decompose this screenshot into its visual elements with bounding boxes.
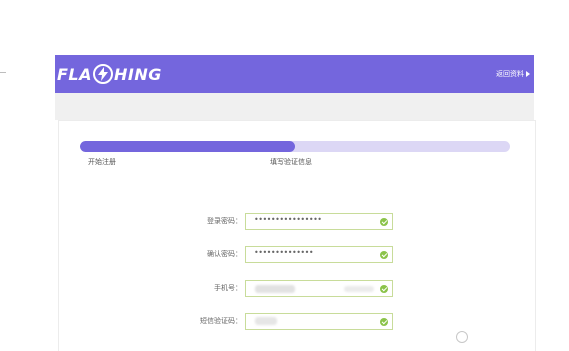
sms-code-value-redacted bbox=[255, 317, 277, 325]
confirm-password-field[interactable]: •••••••••••••• bbox=[245, 246, 393, 263]
arrow-right-icon bbox=[526, 71, 530, 77]
registration-progress-bar bbox=[80, 141, 510, 152]
form-row-password: 登录密码： •••••••••••••••• bbox=[150, 213, 410, 231]
form-row-confirm-password: 确认密码： •••••••••••••• bbox=[150, 246, 410, 264]
phone-hint-redacted bbox=[344, 286, 374, 292]
back-link-label: 返回资料 bbox=[496, 70, 524, 78]
logo-text-left: FLA bbox=[57, 64, 93, 84]
page-edge-mark bbox=[0, 72, 6, 73]
confirm-password-value: •••••••••••••• bbox=[254, 248, 314, 257]
phone-field[interactable] bbox=[245, 280, 393, 297]
sms-code-field[interactable] bbox=[245, 313, 393, 330]
form-row-sms-code: 短信验证码： bbox=[150, 313, 410, 331]
confirm-password-label: 确认密码： bbox=[207, 250, 242, 258]
check-circle-icon bbox=[380, 251, 388, 259]
password-value: •••••••••••••••• bbox=[254, 215, 322, 224]
form-row-phone: 手机号： bbox=[150, 280, 410, 298]
sms-code-label: 短信验证码： bbox=[200, 317, 242, 325]
check-circle-icon bbox=[380, 318, 388, 326]
back-to-profile-link[interactable]: 返回资料 bbox=[496, 69, 530, 79]
header-bar: FLA HING 返回资料 bbox=[55, 55, 534, 93]
check-circle-icon bbox=[380, 218, 388, 226]
progress-fill bbox=[80, 141, 295, 152]
step-label-verify: 填写验证信息 bbox=[270, 158, 312, 166]
step-label-start: 开始注册 bbox=[88, 158, 116, 166]
logo-text-right: HING bbox=[114, 64, 162, 84]
lightning-bolt-icon bbox=[93, 64, 114, 84]
brand-logo[interactable]: FLA HING bbox=[57, 62, 162, 86]
password-field[interactable]: •••••••••••••••• bbox=[245, 213, 393, 230]
check-circle-icon bbox=[380, 285, 388, 293]
sub-header-band bbox=[55, 93, 534, 120]
phone-label: 手机号： bbox=[214, 284, 242, 292]
phone-value-redacted bbox=[255, 285, 295, 293]
password-label: 登录密码： bbox=[207, 217, 242, 225]
chat-bubble-icon[interactable] bbox=[456, 331, 468, 343]
